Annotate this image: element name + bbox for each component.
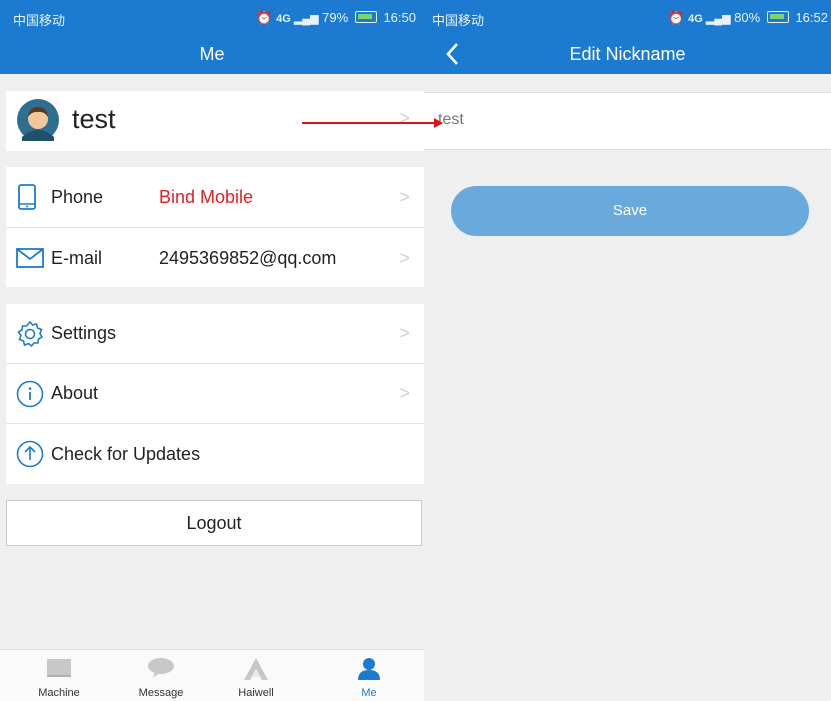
chevron-right-icon: > [399, 248, 410, 268]
save-label: Save [612, 202, 648, 219]
phone-label: Phone [51, 187, 104, 207]
battery-icon [354, 11, 377, 23]
nickname-field[interactable] [424, 92, 831, 150]
email-label: E-mail [51, 248, 103, 268]
tab-label: Machine [38, 687, 80, 699]
battery-percent: 80% [734, 10, 761, 25]
chevron-right-icon: > [399, 323, 410, 343]
email-value: 2495369852@qq.com [159, 248, 337, 268]
person-icon [324, 657, 414, 681]
tab-me[interactable]: Me [324, 650, 414, 701]
check-updates-label: Check for Updates [51, 444, 201, 464]
save-button[interactable]: Save [451, 186, 809, 236]
info-icon [16, 380, 44, 413]
machine-icon [14, 657, 104, 681]
me-screen: 中国移动 ⏰ 4G ▂▄▆ 79% 16:50 Me test > Phone [0, 0, 424, 701]
haiwell-icon [211, 657, 301, 681]
logout-label: Logout [186, 513, 242, 533]
status-bar: 中国移动 ⏰ 4G ▂▄▆ 80% 16:52 [424, 0, 831, 34]
carrier-name: 中国移动 [432, 13, 485, 28]
email-row[interactable]: E-mail 2495369852@qq.com > [6, 228, 424, 287]
profile-name: test [72, 104, 116, 134]
page-title-text: Edit Nickname [569, 44, 686, 64]
page-title: Me [0, 34, 424, 74]
signal-icon: 4G ▂▄▆ [276, 13, 319, 25]
chevron-left-icon [446, 43, 458, 65]
page-title: Edit Nickname [424, 34, 831, 74]
chevron-right-icon: > [399, 383, 410, 403]
battery-percent: 79% [322, 10, 349, 25]
clock: 16:50 [383, 10, 416, 25]
phone-row[interactable]: Phone Bind Mobile > [6, 167, 424, 227]
about-row[interactable]: About > [6, 364, 424, 423]
tab-machine[interactable]: Machine [14, 650, 104, 701]
check-updates-row[interactable]: Check for Updates [6, 424, 424, 484]
avatar [17, 99, 59, 146]
message-icon [116, 657, 206, 681]
phone-icon [16, 184, 38, 215]
about-label: About [51, 383, 99, 403]
battery-icon [766, 11, 789, 23]
system-icons: ⏰ 4G ▂▄▆ 80% 16:52 [668, 10, 828, 26]
bottom-tab-bar: Machine Message Haiwell Me [0, 649, 424, 701]
mail-icon [16, 248, 44, 273]
alarm-icon: ⏰ [668, 10, 685, 25]
signal-icon: 4G ▂▄▆ [688, 13, 731, 25]
settings-label: Settings [51, 323, 117, 343]
status-bar: 中国移动 ⏰ 4G ▂▄▆ 79% 16:50 [0, 0, 424, 34]
alarm-icon: ⏰ [256, 10, 273, 25]
tab-haiwell[interactable]: Haiwell [211, 650, 301, 701]
bind-mobile-link[interactable]: Bind Mobile [159, 187, 253, 208]
annotation-arrow [302, 118, 443, 128]
upload-arrow-icon [16, 440, 44, 473]
chevron-right-icon: > [399, 187, 410, 207]
settings-row[interactable]: Settings > [6, 304, 424, 363]
system-icons: ⏰ 4G ▂▄▆ 79% 16:50 [256, 10, 416, 26]
tab-label: Message [138, 687, 184, 699]
page-title-text: Me [199, 44, 225, 64]
edit-nickname-screen: 中国移动 ⏰ 4G ▂▄▆ 80% 16:52 Edit Nickname Sa… [424, 0, 831, 701]
nickname-input[interactable] [438, 111, 798, 129]
clock: 16:52 [795, 10, 828, 25]
tab-label: Haiwell [238, 687, 274, 699]
logout-button[interactable]: Logout [6, 500, 422, 546]
carrier-name: 中国移动 [13, 13, 66, 28]
back-button[interactable] [438, 34, 468, 74]
tab-message[interactable]: Message [116, 650, 206, 701]
gear-icon [16, 320, 44, 353]
tab-label: Me [361, 687, 377, 699]
